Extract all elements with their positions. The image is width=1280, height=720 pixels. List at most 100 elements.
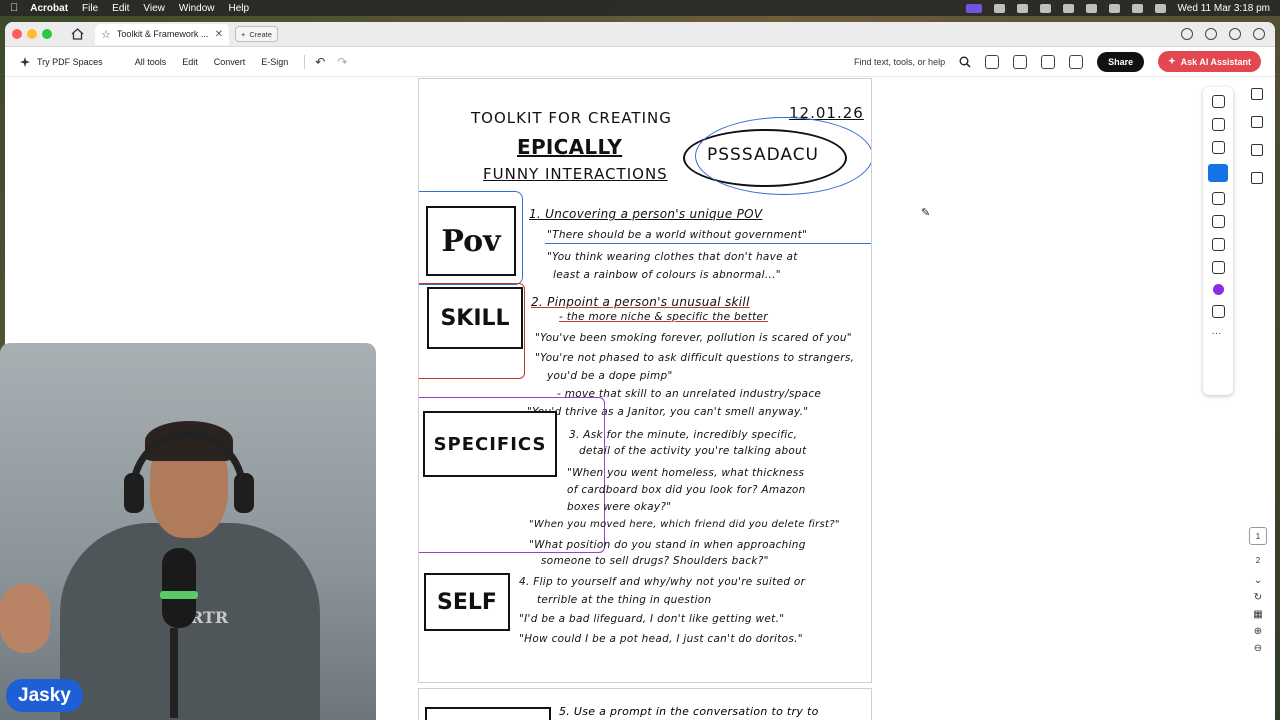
apple-icon[interactable]:  — [10, 2, 18, 14]
line-1: 1. Uncovering a person's unique POV — [529, 207, 763, 221]
edit-menu[interactable]: Edit — [182, 57, 198, 67]
line-5: 5. Use a prompt in the conversation to t… — [559, 705, 819, 718]
menubar-app-name[interactable]: Acrobat — [30, 3, 68, 14]
line-4: 4. Flip to yourself and why/why not you'… — [519, 576, 806, 588]
wifi-icon[interactable] — [1108, 3, 1120, 13]
find-tools-search[interactable]: Find text, tools, or help — [854, 57, 945, 67]
doc-title-line2: EPICALLY — [517, 135, 623, 159]
page-view-icon[interactable]: ▦ — [1253, 609, 1262, 620]
headphone-left — [124, 473, 144, 513]
more-options-icon[interactable]: ··· — [1212, 328, 1225, 341]
microphone-arm — [170, 628, 178, 718]
chevron-down-icon[interactable]: ⌄ — [1254, 575, 1262, 586]
help-icon[interactable] — [1181, 28, 1193, 40]
refresh-icon[interactable]: ↻ — [1254, 592, 1262, 603]
annotation-tool-rail: ··· — [1203, 87, 1233, 395]
magnifier-icon[interactable] — [959, 56, 971, 68]
plus-icon: + — [241, 29, 246, 39]
ai-assistant-button[interactable]: ✦ Ask AI Assistant — [1158, 51, 1261, 72]
zoom-window-button[interactable] — [42, 29, 52, 39]
side-panel-rail — [1248, 88, 1266, 184]
print-icon[interactable] — [1069, 54, 1084, 69]
line-3f: "What position do you stand in when appr… — [529, 539, 806, 551]
status-icon[interactable] — [993, 3, 1005, 13]
panel-tools-icon[interactable] — [1251, 88, 1263, 100]
microphone-ring — [160, 591, 198, 599]
line-2d: you'd be a dope pimp" — [547, 370, 673, 382]
menu-edit[interactable]: Edit — [112, 3, 129, 14]
menu-view[interactable]: View — [143, 3, 165, 14]
convert-menu[interactable]: Convert — [214, 57, 246, 67]
pen-cursor-icon: ✎ — [921, 207, 931, 219]
pdf-spaces-label: Try PDF Spaces — [37, 56, 103, 67]
create-label: Create — [249, 29, 272, 39]
document-tab[interactable]: ☆ Toolkit & Framework ... ✕ — [95, 23, 229, 45]
menu-window[interactable]: Window — [179, 3, 215, 14]
notifications-icon[interactable] — [1205, 28, 1217, 40]
battery-icon[interactable] — [1085, 3, 1097, 13]
upload-cloud-icon[interactable] — [1041, 54, 1056, 69]
box-pov: Pov — [426, 206, 516, 276]
lasso-draw-icon[interactable] — [1208, 164, 1228, 182]
line-3b: "When you went homeless, what thickness — [567, 467, 805, 479]
share-button[interactable]: Share — [1097, 51, 1145, 72]
highlighter-icon[interactable] — [1211, 141, 1225, 154]
pen-tool-icon[interactable] — [1211, 215, 1225, 228]
pin-icon[interactable] — [1211, 261, 1225, 274]
l1a-blue-underline — [545, 238, 871, 244]
close-tab-icon[interactable]: ✕ — [215, 29, 223, 40]
search-icon[interactable] — [1131, 3, 1143, 13]
main-toolbar: Try PDF Spaces All tools Edit Convert E-… — [5, 47, 1275, 77]
color-picker-icon[interactable] — [1212, 284, 1224, 295]
save-icon[interactable] — [1013, 54, 1028, 69]
comment-icon[interactable] — [1211, 118, 1225, 131]
pdf-page-2[interactable]: 5. Use a prompt in the conversation to t… — [418, 688, 872, 720]
line-2a: - the more niche & specific the better — [559, 311, 768, 323]
headphone-right — [234, 473, 254, 513]
doc-title-line3: FUNNY INTERACTIONS — [483, 165, 668, 183]
undo-icon[interactable]: ↶ — [315, 55, 325, 69]
panel-comments-icon[interactable] — [1251, 116, 1263, 128]
zoom-in-icon[interactable]: ⊕ — [1254, 626, 1262, 637]
ai-tools-icon[interactable] — [985, 54, 1000, 69]
minimize-window-button[interactable] — [27, 29, 37, 39]
menubar-clock[interactable]: Wed 11 Mar 3:18 pm — [1178, 3, 1270, 14]
spaces-icon — [20, 56, 30, 67]
pdf-spaces-button[interactable]: Try PDF Spaces — [19, 56, 103, 68]
menu-file[interactable]: File — [82, 3, 98, 14]
screen-record-icon[interactable] — [965, 3, 982, 13]
line-1b: "You think wearing clothes that don't ha… — [547, 251, 798, 263]
timer-icon[interactable] — [1062, 3, 1074, 13]
panel-bookmark-icon[interactable] — [1251, 144, 1263, 156]
line-3a: detail of the activity you're talking ab… — [579, 445, 807, 457]
apps-grid-icon[interactable] — [1229, 28, 1241, 40]
zoom-out-icon[interactable]: ⊖ — [1254, 643, 1262, 654]
create-button[interactable]: + Create — [235, 26, 278, 42]
text-box-icon[interactable] — [1211, 192, 1225, 205]
control-center-icon[interactable] — [1154, 3, 1166, 13]
dropbox-icon[interactable] — [1039, 3, 1051, 13]
cloud-icon[interactable] — [1016, 3, 1028, 13]
page-thumb-1[interactable]: 1 — [1249, 527, 1267, 545]
page-navigator: 1 2 ⌄ ↻ ▦ ⊕ ⊖ — [1248, 527, 1268, 654]
select-pointer-icon[interactable] — [1211, 95, 1225, 108]
ai-sparkle-icon: ✦ — [1168, 56, 1176, 66]
star-icon[interactable]: ☆ — [101, 28, 111, 41]
line-3e: "When you moved here, which friend did y… — [529, 519, 840, 530]
menu-help[interactable]: Help — [228, 3, 249, 14]
esign-menu[interactable]: E-Sign — [261, 57, 288, 67]
document-tab-title: Toolkit & Framework ... — [116, 29, 209, 39]
panel-pages-icon[interactable] — [1251, 172, 1263, 184]
account-avatar-icon[interactable] — [1253, 28, 1265, 40]
pdf-page-1[interactable]: TOOLKIT FOR CREATING EPICALLY FUNNY INTE… — [418, 78, 872, 683]
box-self: SELF — [424, 573, 510, 631]
line-weight-icon[interactable] — [1211, 305, 1225, 318]
redo-icon[interactable]: ↷ — [337, 55, 347, 69]
box-skill: SKILL — [427, 287, 523, 349]
eraser-icon[interactable] — [1211, 238, 1225, 251]
close-window-button[interactable] — [12, 29, 22, 39]
home-icon[interactable] — [67, 25, 87, 43]
all-tools-menu[interactable]: All tools — [135, 57, 167, 67]
page-thumb-2[interactable]: 2 — [1249, 551, 1267, 569]
ai-assistant-label: Ask AI Assistant — [1180, 56, 1251, 67]
